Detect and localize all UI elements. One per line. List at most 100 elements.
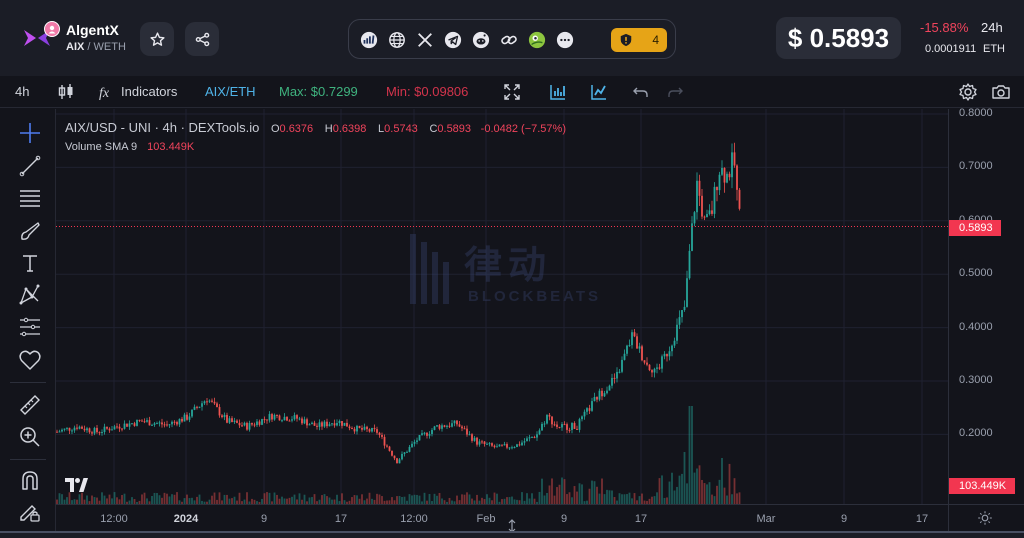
candle-body-up <box>478 441 481 445</box>
volume-bar-up <box>708 482 711 504</box>
magnet-icon <box>22 471 38 490</box>
high-value: 0.6398 <box>332 123 367 135</box>
compare-pair-button[interactable]: AIX/ETH <box>205 84 256 99</box>
candle-type-button[interactable] <box>56 82 76 102</box>
bottom-scroll-strip[interactable] <box>0 531 1024 538</box>
lock-drawings-tool[interactable] <box>18 500 42 524</box>
candle-body-up <box>673 340 676 346</box>
candle-body-down <box>596 396 598 400</box>
eth-price: 0.0001911 <box>925 43 977 55</box>
coingecko-link[interactable] <box>527 30 547 50</box>
measure-tool[interactable] <box>18 393 42 417</box>
share-button[interactable] <box>185 22 219 56</box>
candle-body-down <box>126 423 128 427</box>
candle-body-down <box>81 426 83 429</box>
telegram-link[interactable] <box>443 30 463 50</box>
trendline-tool[interactable] <box>18 154 42 178</box>
volume-bar-down <box>596 486 598 504</box>
candle-body-down <box>613 377 616 379</box>
candle-body-up <box>328 424 331 427</box>
candle-body-up <box>713 186 716 214</box>
volume-bar-down <box>81 492 83 504</box>
x-twitter-link[interactable] <box>415 30 435 50</box>
candle-body-down <box>463 428 466 430</box>
tradingview-logo-icon[interactable] <box>64 476 88 494</box>
text-tool[interactable] <box>18 251 42 275</box>
candle-body-up <box>421 433 423 435</box>
volume-bar-down <box>396 496 398 504</box>
volume-bar-down <box>186 494 188 504</box>
interval-button[interactable]: 4h <box>15 84 29 99</box>
favorites-tool[interactable] <box>18 348 42 372</box>
brush-tool[interactable] <box>18 219 42 243</box>
chart-settings-button[interactable] <box>958 82 978 102</box>
axis-settings-corner[interactable] <box>948 504 1024 531</box>
candle-body-up <box>363 426 366 430</box>
candle-body-down <box>218 407 221 416</box>
candle-body-up <box>513 447 516 449</box>
candle-body-up <box>101 431 103 433</box>
reddit-link[interactable] <box>471 30 491 50</box>
undo-button[interactable] <box>631 82 651 102</box>
high-key: H <box>324 123 333 135</box>
volume-bar-up <box>581 484 583 504</box>
favorite-button[interactable] <box>140 22 174 56</box>
pattern-tool[interactable] <box>18 283 42 307</box>
indicators-icon-wrap[interactable]: fx <box>97 82 117 102</box>
candle-body-down <box>648 364 651 371</box>
volume-bar-up <box>531 493 533 504</box>
candle-body-up <box>623 353 626 360</box>
forecast-tool[interactable] <box>18 315 42 339</box>
volume-bar-up <box>66 497 68 504</box>
magnet-tool[interactable] <box>18 469 42 493</box>
volume-bar-up <box>468 494 471 504</box>
price-axis[interactable]: 0.80000.70000.60000.50000.40000.30000.20… <box>948 107 1024 504</box>
volume-bar-down <box>556 487 558 504</box>
candle-body-up <box>403 452 406 454</box>
volume-bar-up <box>356 495 358 504</box>
snapshot-button[interactable] <box>991 82 1011 102</box>
candle-body-up <box>303 419 306 424</box>
gear-icon <box>959 83 977 101</box>
candle-body-down <box>226 414 228 423</box>
candle-body-up <box>656 367 658 369</box>
volume-bar-down <box>698 465 701 504</box>
candle-body-down <box>443 425 446 427</box>
candle-body-up <box>73 427 76 431</box>
candle-body-down <box>68 427 71 431</box>
fib-retracement-tool[interactable] <box>18 186 42 210</box>
volume-bar-down <box>91 495 93 504</box>
candle-body-up <box>591 401 593 411</box>
time-axis[interactable]: 12:00 2024 9 17 12:00 Feb 9 17 Mar 9 17 <box>56 504 948 533</box>
website-link[interactable] <box>387 30 407 50</box>
volume-bar-down <box>173 494 176 504</box>
fullscreen-button[interactable] <box>502 82 522 102</box>
candle-body-down <box>351 428 353 430</box>
candle-body-down <box>266 419 268 421</box>
chart-layout-button[interactable] <box>589 82 609 102</box>
more-links-button[interactable] <box>555 30 575 50</box>
volume-tag: 103.449K <box>949 478 1015 494</box>
candle-body-up <box>371 427 373 432</box>
candle-body-down <box>563 424 566 426</box>
watermark-cn-text: 律动 <box>464 245 553 287</box>
chart-style-button[interactable] <box>548 82 568 102</box>
sun-settings-icon <box>978 511 992 525</box>
candle-body-up <box>268 414 271 421</box>
zoom-tool[interactable] <box>18 425 42 449</box>
volume-bar-up <box>508 497 511 504</box>
redo-button[interactable] <box>665 82 685 102</box>
candles-icon <box>58 84 73 99</box>
candle-body-down <box>368 429 371 432</box>
time-tick-label: 9 <box>260 513 268 525</box>
volume-bar-up <box>571 497 573 504</box>
candle-body-up <box>523 441 526 443</box>
candle-body-down <box>711 210 713 214</box>
crosshair-tool[interactable] <box>18 121 42 145</box>
audit-badge[interactable]: 4 <box>611 28 667 52</box>
explorer-link[interactable] <box>359 30 379 50</box>
candle-body-up <box>611 377 613 386</box>
link-link[interactable] <box>499 30 519 50</box>
indicators-button[interactable]: Indicators <box>121 84 177 99</box>
tools-divider <box>10 382 46 383</box>
